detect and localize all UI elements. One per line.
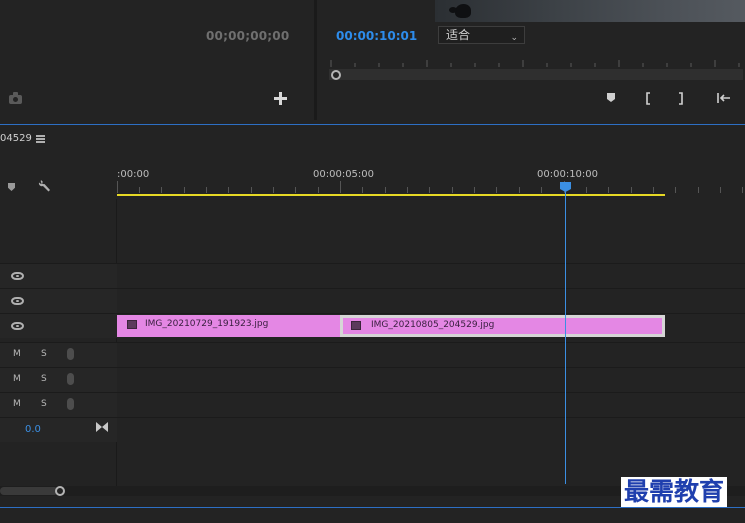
mark-in-button[interactable] bbox=[641, 92, 655, 106]
microphone-icon[interactable] bbox=[67, 398, 74, 410]
track-lane-master[interactable] bbox=[117, 417, 745, 442]
track-header-v2 bbox=[0, 288, 117, 313]
clip-name: IMG_20210729_191923.jpg bbox=[145, 319, 269, 329]
track-lane-a1[interactable] bbox=[117, 342, 745, 367]
microphone-icon[interactable] bbox=[67, 373, 74, 385]
timeline-marker-icon[interactable] bbox=[8, 183, 15, 191]
camera-icon[interactable] bbox=[9, 92, 22, 104]
eye-icon[interactable] bbox=[11, 272, 24, 280]
master-volume-value[interactable]: 0.0 bbox=[25, 424, 41, 435]
mark-out-button[interactable] bbox=[674, 92, 688, 106]
track-lane-v2[interactable] bbox=[117, 288, 745, 313]
solo-button[interactable]: S bbox=[41, 374, 47, 384]
fx-badge-icon bbox=[351, 321, 361, 330]
track-header-v3 bbox=[0, 263, 117, 288]
track-header-a3: M S bbox=[0, 392, 117, 417]
marker-icon bbox=[607, 93, 615, 102]
eye-icon[interactable] bbox=[11, 297, 24, 305]
mute-button[interactable]: M bbox=[13, 374, 21, 384]
mark-in-icon bbox=[646, 92, 650, 105]
bowtie-icon[interactable] bbox=[96, 422, 108, 432]
clip-1[interactable]: IMG_20210729_191923.jpg bbox=[117, 315, 340, 337]
eye-icon[interactable] bbox=[11, 322, 24, 330]
timeline-scroll-thumb[interactable] bbox=[0, 487, 58, 495]
track-header-column: M S M S M S 0.0 bbox=[0, 199, 117, 487]
track-header-a2: M S bbox=[0, 367, 117, 392]
watermark-logo: 最需教育 bbox=[621, 477, 728, 507]
fx-badge-icon bbox=[127, 320, 137, 329]
work-area-bar[interactable] bbox=[117, 194, 665, 196]
solo-button[interactable]: S bbox=[41, 399, 47, 409]
panel-separator-bottom bbox=[0, 507, 745, 508]
panel-menu-icon[interactable] bbox=[36, 135, 45, 143]
go-to-in-button[interactable] bbox=[715, 92, 733, 106]
source-monitor: 00;00;00;00 bbox=[0, 0, 314, 120]
track-header-v1 bbox=[0, 313, 117, 338]
program-monitor: 00:00:10:01 适合 ⌄ bbox=[317, 0, 745, 120]
program-mini-ruler bbox=[330, 60, 740, 67]
wrench-icon[interactable] bbox=[37, 178, 53, 194]
add-button-plus-icon[interactable] bbox=[274, 92, 287, 105]
solo-button[interactable]: S bbox=[41, 349, 47, 359]
program-timecode[interactable]: 00:00:10:01 bbox=[336, 29, 417, 43]
program-scrub-bar[interactable] bbox=[329, 69, 743, 80]
sequence-tab-title[interactable]: 04529 bbox=[0, 133, 32, 144]
fit-zoom-select[interactable]: 适合 ⌄ bbox=[438, 26, 525, 44]
timeline-panel: 04529 :00:00 00:00:05:00 00:00:10:00 M S… bbox=[0, 125, 745, 507]
clip-name: IMG_20210805_204529.jpg bbox=[371, 320, 495, 330]
mute-button[interactable]: M bbox=[13, 399, 21, 409]
track-header-a1: M S bbox=[0, 342, 117, 367]
mute-button[interactable]: M bbox=[13, 349, 21, 359]
source-timecode[interactable]: 00;00;00;00 bbox=[206, 29, 289, 43]
track-header-master: 0.0 bbox=[0, 417, 117, 442]
chevron-down-icon: ⌄ bbox=[510, 33, 518, 43]
track-lane-a2[interactable] bbox=[117, 367, 745, 392]
playhead-line[interactable] bbox=[565, 188, 566, 484]
track-lane-a3[interactable] bbox=[117, 392, 745, 417]
go-to-in-icon bbox=[717, 93, 730, 103]
track-lane-v3[interactable] bbox=[117, 263, 745, 288]
clip-2-selected[interactable]: IMG_20210805_204529.jpg bbox=[340, 315, 665, 337]
add-marker-button[interactable] bbox=[604, 92, 618, 106]
program-video-frame bbox=[435, 0, 745, 22]
timeline-zoom-knob[interactable] bbox=[55, 486, 65, 496]
mark-out-icon bbox=[679, 92, 683, 105]
program-zoom-knob[interactable] bbox=[331, 70, 341, 80]
fit-zoom-select-value: 适合 bbox=[446, 28, 471, 42]
microphone-icon[interactable] bbox=[67, 348, 74, 360]
video-content-silhouette bbox=[449, 4, 471, 18]
